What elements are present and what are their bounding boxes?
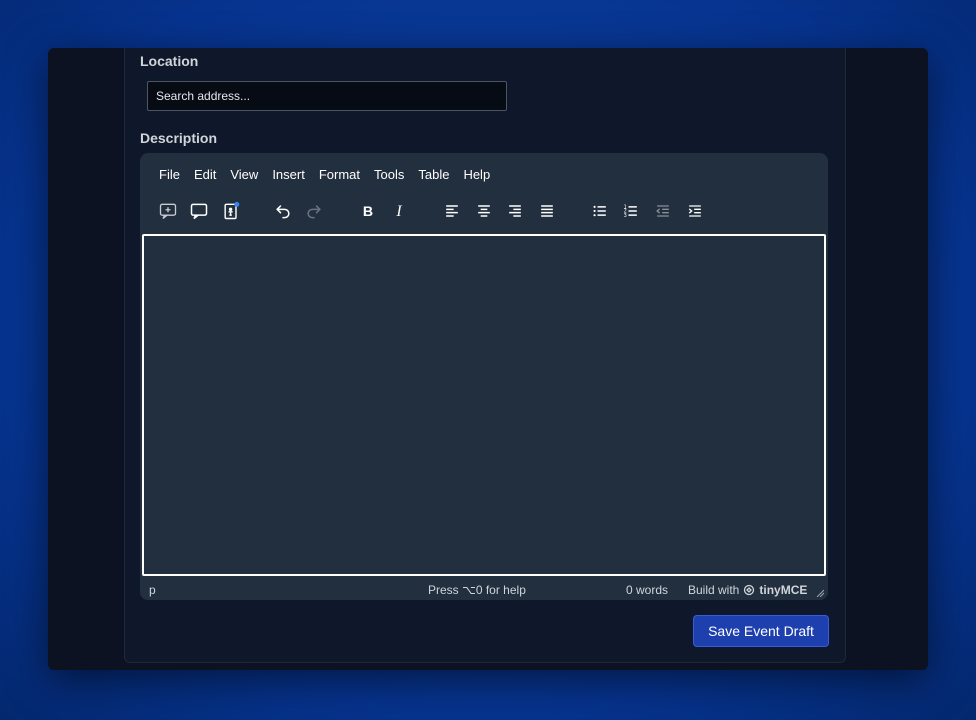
editor-menubar: File Edit View Insert Format Tools Table…	[152, 165, 497, 185]
italic-icon: I	[395, 203, 402, 220]
svg-text:I: I	[395, 203, 402, 220]
editor-statusbar: p Press ⌥0 for help 0 words Build with t…	[140, 578, 828, 600]
editor-content-area[interactable]	[142, 234, 826, 576]
indent-icon	[688, 205, 701, 217]
outdent-button[interactable]	[649, 197, 677, 225]
italic-button[interactable]: I	[385, 197, 413, 225]
menu-help[interactable]: Help	[456, 165, 497, 185]
description-label: Description	[140, 130, 218, 146]
accessibility-checker-icon	[224, 201, 240, 220]
align-justify-icon	[541, 205, 553, 217]
undo-icon	[276, 205, 290, 219]
accessibility-checker-button[interactable]	[217, 197, 245, 225]
numbered-list-icon: 1 2 3	[624, 205, 637, 219]
align-left-icon	[446, 205, 458, 217]
bold-icon: B	[363, 204, 373, 220]
align-left-button[interactable]	[438, 197, 466, 225]
menu-edit[interactable]: Edit	[187, 165, 223, 185]
menu-format[interactable]: Format	[312, 165, 367, 185]
resize-handle-icon[interactable]	[816, 589, 824, 597]
add-comment-icon	[159, 203, 177, 220]
undo-button[interactable]	[269, 197, 297, 225]
brand-name: tinyMCE	[759, 583, 808, 597]
menu-view[interactable]: View	[223, 165, 265, 185]
bold-button[interactable]: B	[354, 197, 382, 225]
word-count[interactable]: 0 words	[626, 583, 668, 597]
comment-icon	[190, 203, 208, 220]
tinymce-branding[interactable]: Build with tinyMCE	[688, 583, 807, 597]
menu-tools[interactable]: Tools	[367, 165, 411, 185]
build-with-text: Build with	[688, 583, 740, 597]
menu-insert[interactable]: Insert	[265, 165, 312, 185]
align-right-icon	[509, 205, 521, 217]
tinymce-logo-icon	[744, 584, 755, 596]
location-label: Location	[140, 53, 199, 69]
comment-button[interactable]	[185, 197, 213, 225]
outdent-icon	[656, 205, 669, 217]
menu-file[interactable]: File	[152, 165, 187, 185]
element-path[interactable]: p	[149, 583, 156, 597]
location-search-input[interactable]	[147, 81, 507, 111]
menu-table[interactable]: Table	[411, 165, 456, 185]
bullet-list-button[interactable]	[586, 197, 614, 225]
align-justify-button[interactable]	[533, 197, 561, 225]
bullet-list-icon	[593, 205, 606, 217]
indent-button[interactable]	[681, 197, 709, 225]
redo-button[interactable]	[300, 197, 328, 225]
add-comment-button[interactable]	[154, 197, 182, 225]
numbered-list-button[interactable]: 1 2 3	[617, 197, 645, 225]
svg-text:3: 3	[624, 213, 627, 219]
redo-icon	[307, 205, 321, 219]
svg-text:B: B	[363, 204, 373, 220]
align-center-icon	[478, 205, 490, 217]
align-right-button[interactable]	[501, 197, 529, 225]
rich-text-editor: File Edit View Insert Format Tools Table…	[140, 153, 828, 600]
help-hint: Press ⌥0 for help	[428, 583, 526, 597]
save-event-draft-button[interactable]: Save Event Draft	[693, 615, 829, 647]
align-center-button[interactable]	[470, 197, 498, 225]
